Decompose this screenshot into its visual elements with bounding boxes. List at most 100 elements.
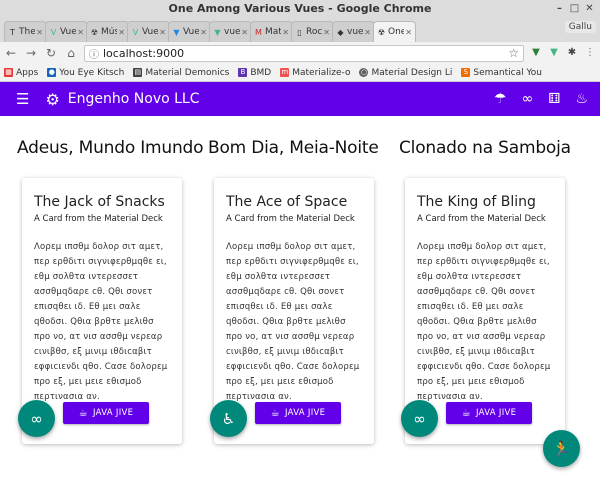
- running-fab[interactable]: 🏃: [543, 430, 580, 467]
- hamburger-menu-icon[interactable]: ☰: [16, 90, 29, 108]
- infinity-fab[interactable]: ∞: [18, 400, 55, 437]
- java-jive-button[interactable]: ☕ JAVA JIVE: [446, 402, 532, 424]
- smoking-icon[interactable]: ♨: [575, 91, 588, 107]
- infinity-icon: ∞: [413, 409, 426, 428]
- window-title-bar: One Among Various Vues - Google Chrome –…: [0, 0, 600, 18]
- tab-favicon: V: [50, 27, 57, 37]
- bookmark-label: BMD: [250, 67, 272, 78]
- java-jive-button[interactable]: ☕ JAVA JIVE: [255, 402, 341, 424]
- browser-tab[interactable]: T The ✕: [4, 21, 47, 42]
- back-icon[interactable]: ←: [4, 46, 18, 60]
- browser-tab[interactable]: ▼ Vue ✕: [168, 21, 211, 42]
- tab-label: Vue: [142, 27, 159, 37]
- browser-tab[interactable]: ☢Mús✕: [86, 21, 129, 42]
- tab-close-icon[interactable]: ✕: [200, 28, 207, 37]
- bookmark-label: Materialize-o: [292, 67, 351, 78]
- minimize-icon[interactable]: –: [553, 2, 566, 15]
- dice-icon[interactable]: ⚅: [548, 91, 560, 107]
- beach-umbrella-icon[interactable]: ☂: [494, 91, 507, 107]
- bookmark-item[interactable]: ○ Material Design Li: [359, 68, 452, 78]
- tab-favicon: M: [255, 27, 262, 37]
- url-input[interactable]: ⓘ localhost:9000 ☆: [84, 44, 524, 62]
- tab-favicon: ☢: [377, 27, 386, 37]
- bookmark-item[interactable]: ● You Eye Kitsch: [47, 68, 124, 78]
- tab-close-icon[interactable]: ✕: [77, 28, 84, 37]
- column-heading: Clonado na Samboja: [399, 138, 571, 158]
- extension-icon[interactable]: ▼: [530, 47, 542, 59]
- card-body: Λορεμ ιπσθμ δολορ σιτ αμετ, περ ερθδιτι …: [226, 242, 360, 402]
- browser-tab[interactable]: ▼ vue ✕: [209, 21, 252, 42]
- card-title: The Jack of Snacks: [34, 194, 165, 210]
- m-icon: m: [280, 68, 290, 77]
- tab-close-icon[interactable]: ✕: [323, 28, 330, 37]
- bookmark-item[interactable]: ▤ Material Demonics: [133, 68, 229, 78]
- tab-close-icon[interactable]: ✕: [405, 28, 412, 37]
- column-3: Clonado na Samboja: [399, 138, 574, 158]
- bookmark-item[interactable]: S Semantical You: [461, 68, 542, 78]
- browser-tab[interactable]: ◆ vue ✕: [332, 21, 375, 42]
- bookmark-item[interactable]: ▦ Apps: [4, 68, 38, 78]
- column-1: Adeus, Mundo Imundo: [17, 138, 204, 158]
- column-heading: Adeus, Mundo Imundo: [17, 138, 204, 158]
- forward-icon[interactable]: →: [24, 46, 38, 60]
- tab-favicon: ▯: [297, 27, 302, 37]
- info-icon[interactable]: ⓘ: [89, 46, 99, 61]
- circle-icon: ○: [359, 68, 369, 77]
- bookmark-icon: ▤: [133, 68, 143, 77]
- card-title: The Ace of Space: [226, 194, 348, 210]
- browser-tab[interactable]: ▯ Roc ✕: [291, 21, 334, 42]
- close-window-icon[interactable]: ✕: [583, 2, 596, 15]
- bookmark-item[interactable]: B BMD: [238, 68, 271, 78]
- bookmarks-bar: ▦ Apps ● You Eye Kitsch ▤ Material Demonics…: [0, 64, 600, 82]
- card-3: The King of Bling A Card from the Materi…: [401, 178, 565, 444]
- tab-close-icon[interactable]: ✕: [159, 28, 166, 37]
- app-bar-actions: ☂ ∞ ⚅ ♨: [494, 91, 588, 107]
- tab-close-icon[interactable]: ✕: [364, 28, 371, 37]
- running-person-icon: 🏃: [552, 439, 571, 458]
- card-subtitle: A Card from the Material Deck: [417, 214, 546, 224]
- address-bar: ← → ↻ ⌂ ⓘ localhost:9000 ☆ ▼ ▼ ✱ ⋮: [0, 42, 600, 64]
- star-icon[interactable]: ☆: [508, 46, 519, 60]
- tab-favicon: ▼: [173, 27, 180, 37]
- tab-label: One: [388, 27, 404, 37]
- tab-close-icon[interactable]: ✕: [118, 28, 125, 37]
- coffee-cup-icon: ☕: [461, 407, 471, 419]
- coffee-cup-icon: ☕: [270, 407, 280, 419]
- card-subtitle: A Card from the Material Deck: [226, 214, 355, 224]
- accessibility-fab[interactable]: ♿: [210, 400, 247, 437]
- reload-icon[interactable]: ↻: [44, 46, 58, 60]
- tab-favicon: ▼: [214, 27, 221, 37]
- tab-label: Vue: [60, 27, 77, 37]
- settings-extension-icon[interactable]: ✱: [566, 47, 578, 59]
- tab-close-icon[interactable]: ✕: [241, 28, 248, 37]
- tab-label: vue: [347, 27, 364, 37]
- s-icon: S: [461, 68, 471, 77]
- home-icon[interactable]: ⌂: [64, 46, 78, 60]
- vue-devtools-icon[interactable]: ▼: [548, 47, 560, 59]
- infinity-icon[interactable]: ∞: [522, 91, 534, 107]
- maximize-icon[interactable]: □: [568, 2, 581, 15]
- infinity-fab[interactable]: ∞: [401, 400, 438, 437]
- browser-tab[interactable]: M Mat ✕: [250, 21, 293, 42]
- column-2: Bom Dia, Meia-Noite: [208, 138, 383, 158]
- main-content: Adeus, Mundo Imundo The Jack of Snacks A…: [0, 116, 600, 481]
- b-icon: B: [238, 68, 248, 77]
- profile-button[interactable]: Gallu: [564, 21, 596, 33]
- menu-icon[interactable]: ⋮: [584, 47, 596, 59]
- app-bar: ☰ ⚙ Engenho Novo LLC ☂ ∞ ⚅ ♨: [0, 82, 600, 116]
- accessibility-icon: ♿: [221, 409, 236, 428]
- tab-favicon: ☢: [90, 27, 99, 37]
- tab-close-icon[interactable]: ✕: [282, 28, 289, 37]
- tab-favicon: ◆: [337, 27, 344, 37]
- tab-close-icon[interactable]: ✕: [36, 28, 43, 37]
- browser-tab[interactable]: V Vue ✕: [45, 21, 88, 42]
- java-jive-button[interactable]: ☕ JAVA JIVE: [63, 402, 149, 424]
- bookmark-item[interactable]: m Materialize-o: [280, 68, 350, 78]
- coffee-cup-icon: ☕: [78, 407, 88, 419]
- tab-favicon: T: [10, 27, 15, 37]
- apps-icon: ▦: [4, 68, 13, 77]
- tab-label: Mús: [101, 27, 117, 37]
- bookmark-label: Apps: [16, 67, 39, 78]
- browser-tab[interactable]: V Vue ✕: [127, 21, 170, 42]
- browser-tab-active[interactable]: ☢One✕: [373, 21, 416, 42]
